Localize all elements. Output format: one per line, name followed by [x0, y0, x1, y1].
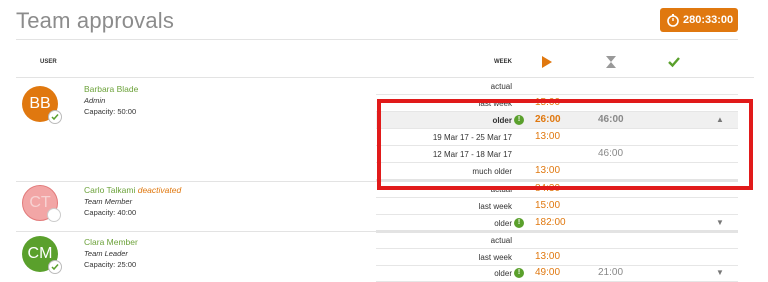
hourglass-icon[interactable] — [606, 56, 616, 68]
page-title: Team approvals — [16, 8, 175, 33]
avatar: CT — [22, 185, 61, 222]
table-header: USER WEEK — [16, 48, 754, 78]
timer-label: 280:33:00 — [683, 14, 734, 26]
week-row-much-older[interactable]: much older 13:00 — [376, 163, 738, 180]
title-divider — [16, 39, 738, 40]
user-name[interactable]: Carlo Talkami deactivated — [84, 185, 181, 195]
week-label: last week — [478, 253, 512, 262]
user-capacity: Capacity: 25:00 — [84, 260, 137, 269]
week-row-last-week[interactable]: last week 13:00 — [376, 249, 738, 266]
week-label: older — [494, 269, 512, 278]
warning-icon: ! — [514, 268, 524, 278]
time-value: 13:00 — [535, 165, 561, 176]
avatar-initials: BB — [29, 95, 51, 112]
user-block-carlo: CT Carlo Talkami deactivated Team Member… — [16, 182, 376, 230]
week-row-range[interactable]: 19 Mar 17 - 25 Mar 17 13:00 — [376, 129, 738, 146]
time-value: 84:30 — [535, 183, 561, 194]
avatar: BB — [22, 86, 62, 124]
week-label: older — [492, 116, 512, 125]
approved-check-icon — [48, 110, 62, 124]
chevron-down-icon[interactable]: ▼ — [716, 268, 724, 277]
week-label: 12 Mar 17 - 18 Mar 17 — [432, 150, 512, 159]
column-header-user: USER — [40, 59, 57, 65]
user-role: Team Member — [84, 197, 133, 206]
time-value: 26:00 — [535, 114, 561, 125]
time-value: 13:00 — [535, 251, 561, 262]
week-row-actual[interactable]: actual 84:30 — [376, 181, 738, 198]
week-label: 19 Mar 17 - 25 Mar 17 — [432, 133, 512, 142]
user-capacity: Capacity: 50:00 — [84, 107, 137, 116]
user-block-clara: CM Clara Member Team Leader Capacity: 25… — [16, 232, 376, 282]
unapproved-circle-icon — [47, 208, 61, 222]
week-row-actual[interactable]: actual — [376, 78, 738, 95]
week-label: actual — [490, 185, 512, 194]
user-role: Team Leader — [84, 249, 128, 258]
user-capacity: Capacity: 40:00 — [84, 208, 137, 217]
avatar-initials: CM — [27, 245, 53, 262]
week-row-last-week[interactable]: last week 15:00 — [376, 198, 738, 215]
week-row-actual[interactable]: actual — [376, 232, 738, 249]
week-row-older[interactable]: older ! 49:00 21:00 ▼ — [376, 265, 738, 282]
pending-value: 46:00 — [598, 114, 624, 125]
user-role: Admin — [84, 96, 106, 105]
week-label: actual — [490, 236, 512, 245]
avatar: CM — [22, 236, 62, 274]
time-value: 13:00 — [535, 131, 561, 142]
deactivated-badge: deactivated — [137, 185, 182, 195]
chevron-down-icon[interactable]: ▼ — [716, 218, 724, 227]
warning-icon: ! — [514, 115, 524, 125]
week-row-last-week[interactable]: last week 15:00 — [376, 95, 738, 112]
pending-value: 46:00 — [598, 148, 624, 159]
play-icon[interactable] — [542, 56, 552, 68]
stopwatch-icon — [667, 14, 679, 27]
time-value: 49:00 — [535, 267, 561, 278]
timer-button[interactable]: 280:33:00 — [660, 8, 738, 32]
user-name[interactable]: Clara Member — [84, 237, 138, 247]
week-label: last week — [478, 99, 512, 108]
time-value: 15:00 — [535, 200, 561, 211]
avatar-initials: CT — [29, 194, 51, 211]
check-icon[interactable] — [668, 56, 680, 68]
week-label: actual — [490, 82, 512, 91]
warning-icon: ! — [514, 218, 524, 228]
approved-check-icon — [48, 260, 62, 274]
user-block-barbara: BB Barbara Blade Admin Capacity: 50:00 — [16, 78, 376, 182]
time-value: 15:00 — [535, 97, 561, 108]
time-value: 182:00 — [535, 217, 566, 228]
pending-value: 21:00 — [598, 267, 624, 278]
week-row-range[interactable]: 12 Mar 17 - 18 Mar 17 46:00 — [376, 146, 738, 163]
week-label: last week — [478, 202, 512, 211]
week-label: much older — [472, 167, 512, 176]
chevron-up-icon[interactable]: ▲ — [716, 115, 724, 124]
column-header-week: WEEK — [494, 59, 512, 65]
week-row-older[interactable]: older ! 26:00 46:00 ▲ — [376, 112, 738, 129]
week-label: older — [494, 219, 512, 228]
user-name[interactable]: Barbara Blade — [84, 84, 138, 94]
